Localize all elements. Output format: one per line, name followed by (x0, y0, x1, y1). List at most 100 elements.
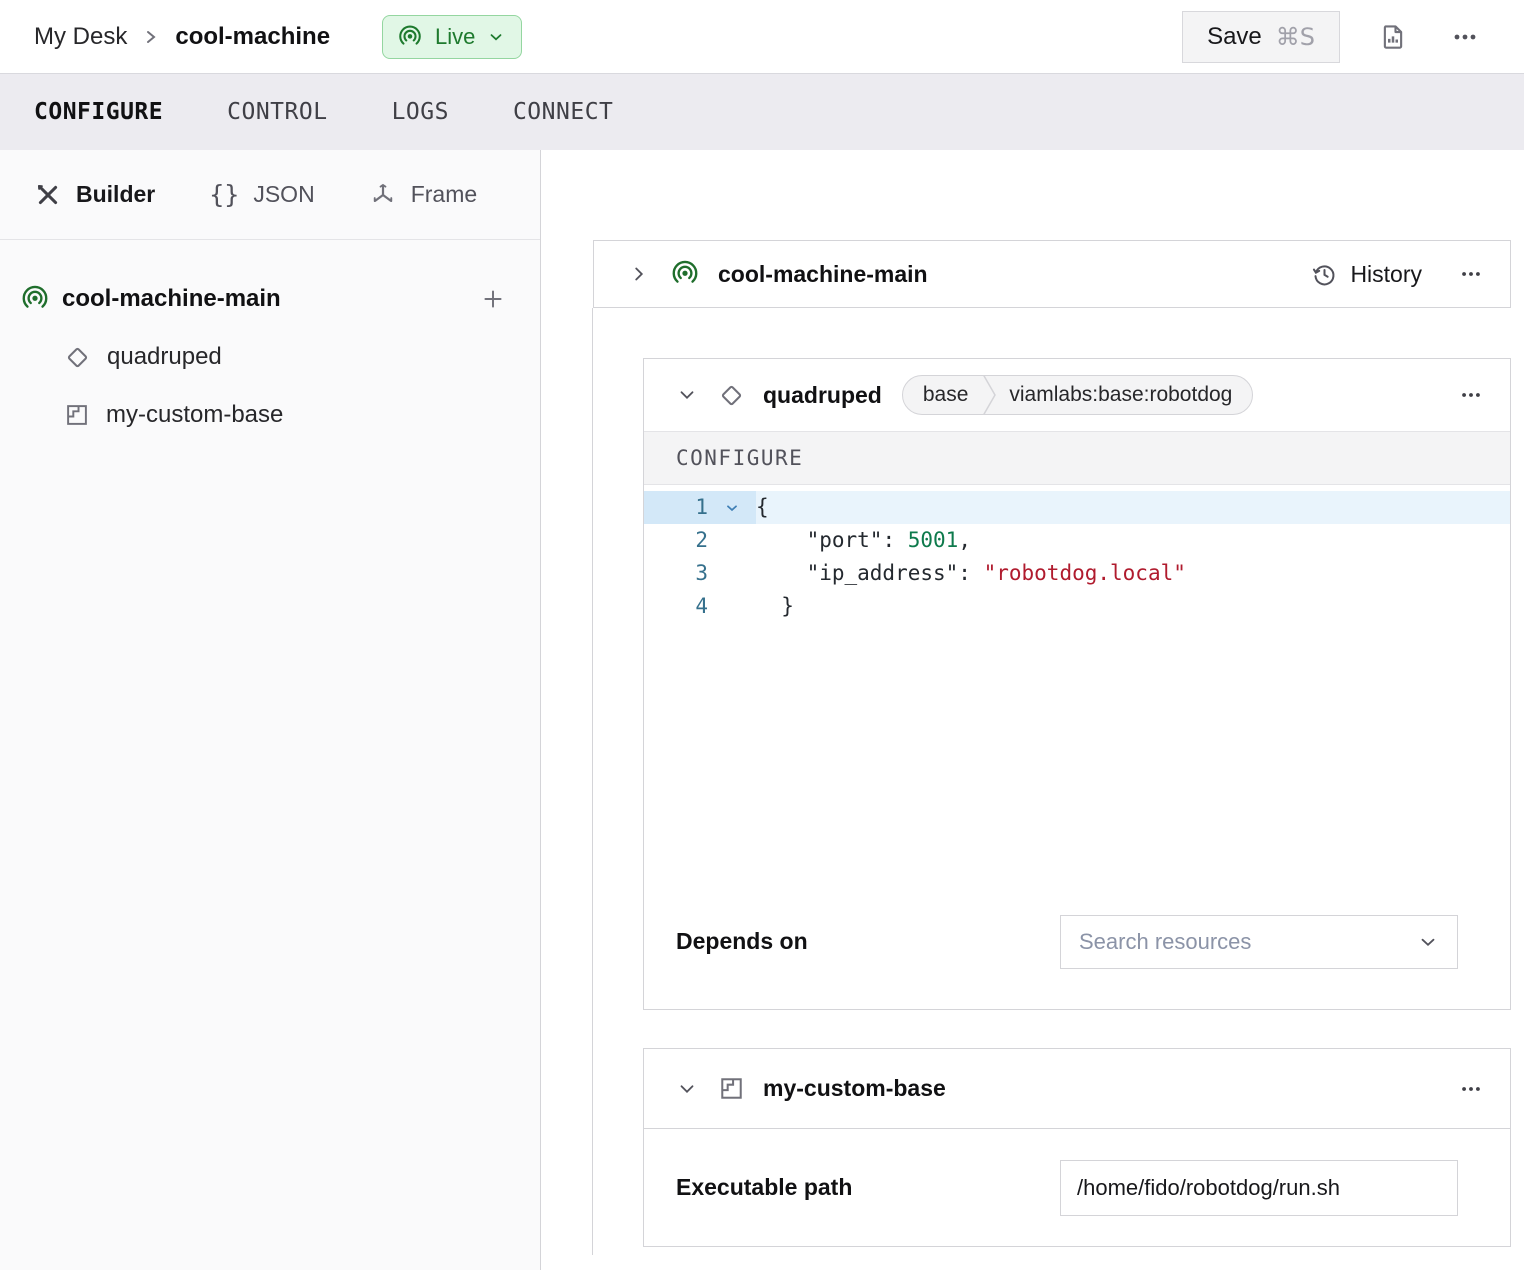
custom-base-resource-card: my-custom-base Executable path (643, 1048, 1511, 1247)
broadcast-icon (670, 259, 700, 289)
status-label: Live (435, 24, 475, 50)
resource-tree: cool-machine-main quadruped (0, 240, 540, 444)
badge-model: viamlabs:base:robotdog (997, 383, 1252, 407)
tree-item-quadruped[interactable]: quadruped (0, 328, 540, 386)
history-label: History (1350, 261, 1422, 288)
chevron-down-icon (676, 384, 698, 406)
fold-toggle[interactable] (708, 491, 756, 524)
more-options-button[interactable] (1446, 18, 1484, 56)
code-line-4[interactable]: 4 } (644, 590, 1510, 623)
collapse-custom-base-button[interactable] (672, 1074, 702, 1104)
tree-connector-line (592, 308, 593, 1255)
executable-path-input[interactable] (1060, 1160, 1458, 1216)
chevron-down-icon (487, 28, 505, 46)
custom-base-card-menu-button[interactable] (1458, 1076, 1484, 1102)
depends-on-placeholder: Search resources (1079, 929, 1417, 955)
tree-item-machine-part[interactable]: cool-machine-main (0, 270, 540, 328)
header-actions: Save ⌘S (1182, 11, 1484, 63)
ellipsis-icon (1458, 1076, 1484, 1102)
machine-part-card: cool-machine-main History (593, 240, 1511, 308)
base-diamond-icon (718, 382, 745, 409)
configure-section-label: CONFIGURE (676, 446, 803, 470)
quadruped-title: quadruped (763, 382, 882, 409)
configure-section-header: CONFIGURE (644, 431, 1510, 485)
depends-on-select[interactable]: Search resources (1060, 915, 1458, 969)
quadruped-resource-card: quadruped base viamlabs:base:robotdog (643, 358, 1511, 1010)
view-mode-toggle: Builder {} JSON Frame (0, 150, 540, 240)
view-mode-json[interactable]: {} JSON (209, 180, 314, 209)
chevron-down-icon (1417, 931, 1439, 953)
builder-tools-icon (34, 181, 62, 209)
line-number: 2 (644, 524, 708, 557)
chevron-down-icon (676, 1078, 698, 1100)
custom-base-card-header: my-custom-base (644, 1049, 1510, 1129)
breadcrumb-current: cool-machine (175, 23, 330, 51)
content-area: Builder {} JSON Frame (0, 150, 1524, 1270)
depends-on-section: Depends on Search resources (644, 888, 1510, 1009)
broadcast-icon (20, 284, 50, 314)
view-mode-builder[interactable]: Builder (34, 181, 155, 209)
machine-card-menu-button[interactable] (1458, 261, 1484, 287)
line-number: 4 (644, 590, 708, 623)
collapse-quadruped-button[interactable] (672, 380, 702, 410)
tab-connect[interactable]: CONNECT (513, 99, 613, 125)
tab-configure[interactable]: CONFIGURE (34, 99, 163, 125)
quadruped-card-header: quadruped base viamlabs:base:robotdog (644, 359, 1510, 431)
badge-type: base (903, 383, 983, 407)
main-tabbar: CONFIGURE CONTROL LOGS CONNECT (0, 74, 1524, 150)
machine-status-dropdown[interactable]: Live (382, 15, 522, 59)
code-line-1[interactable]: 1 { (644, 491, 1510, 524)
save-button[interactable]: Save ⌘S (1182, 11, 1340, 63)
config-main-panel: cool-machine-main History (541, 150, 1524, 1270)
config-sidebar: Builder {} JSON Frame (0, 150, 541, 1270)
tree-item-my-custom-base[interactable]: my-custom-base (0, 386, 540, 444)
fold-chevron-icon (724, 500, 740, 516)
code-line-2[interactable]: 2 "port": 5001, (644, 524, 1510, 557)
history-button[interactable]: History (1311, 261, 1422, 288)
expand-machine-card-button[interactable] (624, 259, 654, 289)
code-line-3[interactable]: 3 "ip_address": "robotdog.local" (644, 557, 1510, 590)
view-mode-frame[interactable]: Frame (369, 181, 477, 209)
save-label: Save (1207, 23, 1262, 51)
plus-icon (480, 286, 506, 312)
quadruped-card-menu-button[interactable] (1458, 382, 1484, 408)
save-shortcut: ⌘S (1276, 23, 1315, 51)
view-mode-label: JSON (253, 181, 314, 208)
frame-axes-icon (369, 181, 397, 209)
module-icon (64, 402, 90, 428)
chevron-right-icon (628, 263, 650, 285)
resource-type-badge: base viamlabs:base:robotdog (902, 375, 1254, 415)
ellipsis-icon (1458, 261, 1484, 287)
tree-item-label: quadruped (107, 343, 222, 371)
broadcast-icon (397, 24, 423, 50)
json-attributes-editor[interactable]: 1 { 2 "port": 5001, (644, 485, 1510, 888)
tree-item-label: my-custom-base (106, 401, 283, 429)
tree-item-label: cool-machine-main (62, 285, 476, 313)
app-root: My Desk cool-machine Live Save ⌘ (0, 0, 1524, 1270)
history-clock-icon (1311, 261, 1338, 288)
json-braces-icon: {} (209, 180, 239, 209)
line-number: 1 (644, 491, 708, 524)
tab-control[interactable]: CONTROL (227, 99, 327, 125)
view-mode-label: Frame (411, 181, 477, 208)
ellipsis-icon (1458, 382, 1484, 408)
file-chart-icon (1378, 22, 1408, 52)
executable-path-section: Executable path (644, 1129, 1510, 1246)
line-number: 3 (644, 557, 708, 590)
add-resource-button[interactable] (476, 282, 510, 316)
machine-report-button[interactable] (1374, 18, 1412, 56)
module-icon (718, 1075, 745, 1102)
badge-divider-icon (982, 375, 997, 415)
view-mode-label: Builder (76, 181, 155, 208)
base-diamond-icon (64, 344, 91, 371)
ellipsis-icon (1450, 22, 1480, 52)
breadcrumb: My Desk cool-machine (34, 23, 330, 51)
executable-path-label: Executable path (676, 1174, 852, 1201)
top-header: My Desk cool-machine Live Save ⌘ (0, 0, 1524, 74)
breadcrumb-parent[interactable]: My Desk (34, 23, 127, 51)
custom-base-title: my-custom-base (763, 1075, 946, 1102)
machine-part-title: cool-machine-main (718, 261, 1311, 288)
tab-logs[interactable]: LOGS (392, 99, 449, 125)
depends-on-label: Depends on (676, 928, 808, 955)
breadcrumb-separator-icon (143, 25, 159, 49)
